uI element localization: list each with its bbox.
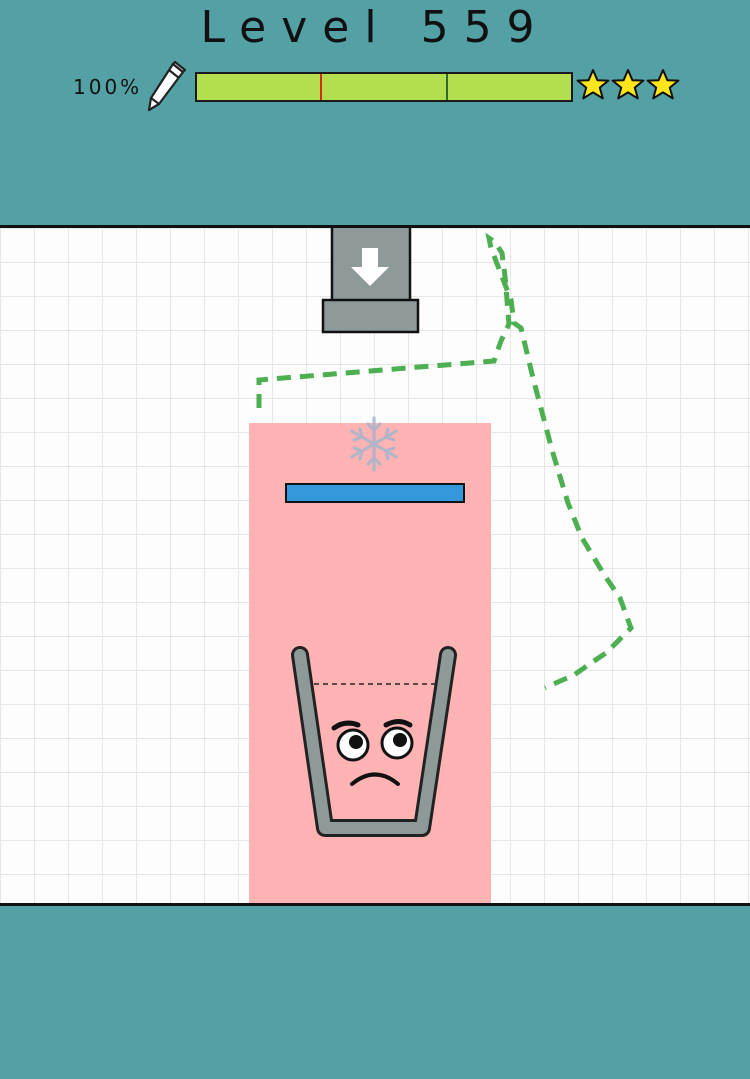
ink-marker-2-stars <box>446 74 449 100</box>
ink-progress-bar <box>195 72 573 102</box>
star-icon <box>611 69 645 100</box>
pencil-icon <box>147 60 187 112</box>
game-scene[interactable] <box>0 228 750 903</box>
ink-marker-3-stars <box>320 74 323 100</box>
game-board[interactable] <box>0 225 750 906</box>
star-rating <box>576 68 680 102</box>
star-icon <box>576 69 610 100</box>
ink-progress-fill <box>197 74 571 100</box>
level-title: Level 559 <box>200 2 550 53</box>
ink-percent: 100% <box>73 75 143 99</box>
water-dispenser <box>321 228 420 334</box>
blue-platform <box>285 483 465 503</box>
star-icon <box>646 69 680 100</box>
